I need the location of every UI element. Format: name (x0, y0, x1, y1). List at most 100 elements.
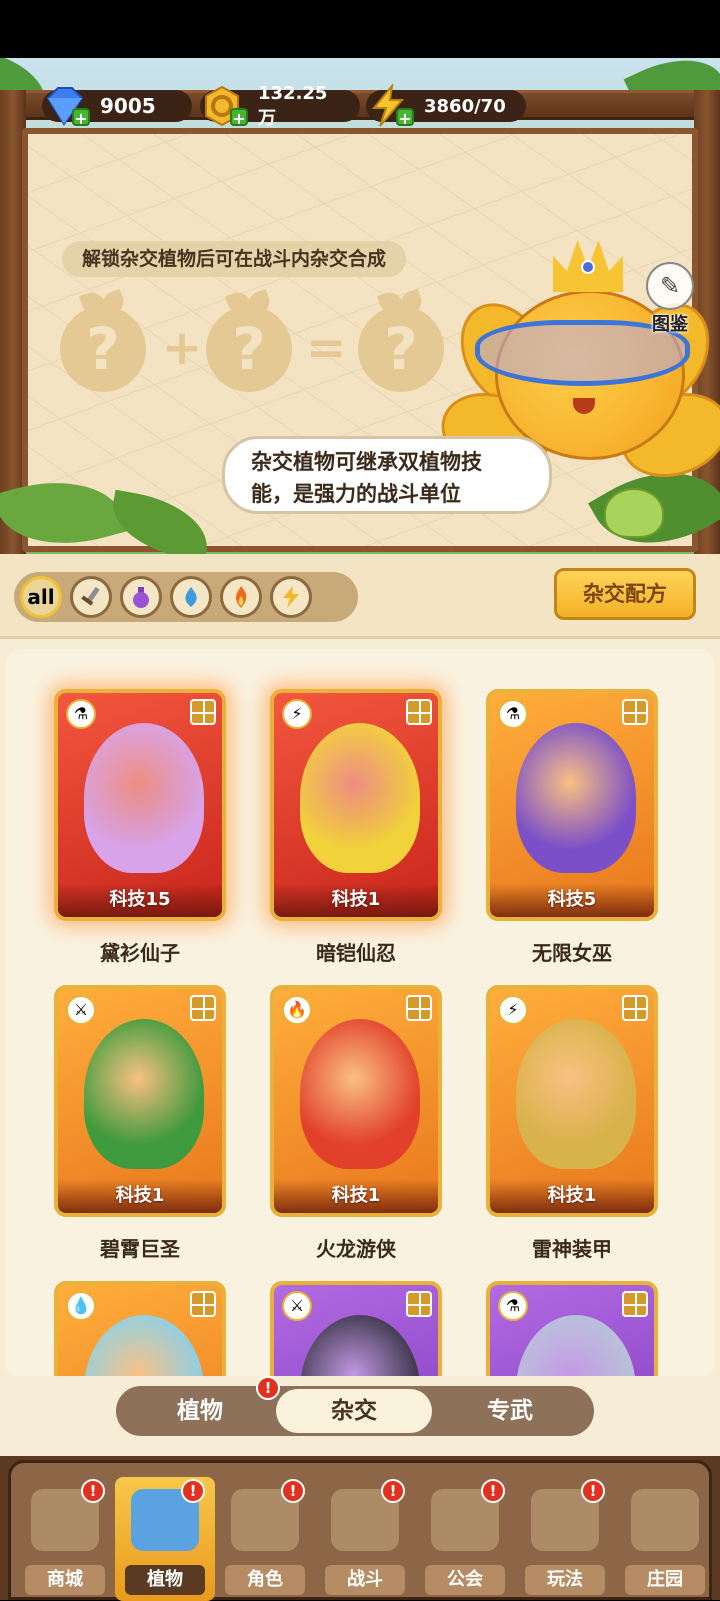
water-drop-icon: 💧 (66, 1291, 96, 1321)
sword-icon (81, 586, 100, 606)
tech-level: 科技1 (490, 1179, 654, 1213)
potion-icon: ⚗ (498, 699, 528, 729)
hybrid-plant-card[interactable]: ⚗ 科技15 (54, 689, 226, 921)
grid-slots-icon (622, 1291, 648, 1317)
nav-item-plants[interactable]: 植物! (115, 1477, 215, 1601)
filter-water-button[interactable] (170, 576, 212, 618)
grid-slots-icon (190, 1291, 216, 1317)
plant-name: 无限女巫 (532, 941, 612, 965)
nav-item-character[interactable]: 角色! (215, 1477, 315, 1601)
hybrid-plant-card[interactable]: ⚗ 科技5 (486, 689, 658, 921)
encyclopedia-icon: ✎ (646, 262, 694, 310)
nav-label: 战斗 (325, 1565, 405, 1595)
hybrid-formula: ? + ? = ? (60, 298, 460, 398)
tab-exclusive-weapon[interactable]: 专武 (432, 1389, 588, 1433)
sword-icon: ⚔ (282, 1291, 312, 1321)
notification-badge: ! (581, 1479, 605, 1503)
hybrid-plant-card[interactable]: ⚡ 科技1 (270, 689, 442, 921)
nav-label: 角色 (225, 1565, 305, 1595)
notification-badge: ! (181, 1479, 205, 1503)
hybrid-card-grid: ⚗ 科技15 黛衫仙子 ⚡ 科技1 暗铠仙忍 ⚗ 科技5 无限女巫 ⚔ 科技1 碧霄巨圣 🔥 科技1 火龙游… (0, 636, 720, 1379)
filter-fire-button[interactable] (220, 576, 262, 618)
unknown-seed-icon: ? (206, 306, 292, 392)
tab-hybrid[interactable]: 杂交 (276, 1389, 432, 1433)
lightning-icon: ⚡ (282, 699, 312, 729)
notification-badge: ! (81, 1479, 105, 1503)
lightning-icon: ⚡ (498, 995, 528, 1025)
speech-line-1: 杂交植物可继承双植物技 (251, 450, 482, 474)
plant-name: 雷神装甲 (532, 1237, 612, 1261)
potion-icon: ⚗ (498, 1291, 528, 1321)
grid-slots-icon (190, 699, 216, 725)
tech-level: 科技5 (490, 883, 654, 917)
nav-label: 玩法 (525, 1565, 605, 1595)
nav-item-gameplay[interactable]: 玩法! (515, 1477, 615, 1601)
hybrid-plant-card[interactable]: ⚔ (270, 1281, 442, 1379)
plant-portrait (84, 1019, 204, 1169)
filter-bar: all 杂交配方 (0, 554, 720, 638)
bottom-nav: 商城! 植物! 角色! 战斗! 公会! 玩法! 庄园 (0, 1456, 720, 1601)
notification-badge: ! (256, 1376, 280, 1400)
add-gems-icon[interactable]: + (72, 108, 90, 128)
filter-sword-button[interactable] (70, 576, 112, 618)
plus-sign: + (162, 320, 203, 376)
nav-item-battle[interactable]: 战斗! (315, 1477, 415, 1601)
tab-plants[interactable]: 植物 (122, 1389, 278, 1433)
crown-gem (581, 260, 595, 274)
gem-value: 9005 (100, 94, 156, 118)
nav-label: 商城 (25, 1565, 105, 1595)
sword-icon: ⚔ (66, 995, 96, 1025)
nav-label: 植物 (125, 1565, 205, 1595)
filter-lightning-button[interactable] (270, 576, 312, 618)
plant-portrait (516, 1315, 636, 1379)
add-energy-icon[interactable]: + (396, 108, 414, 128)
plant-name: 火龙游侠 (316, 1237, 396, 1261)
plant-portrait (516, 723, 636, 873)
nav-item-shop[interactable]: 商城! (15, 1477, 115, 1601)
notification-badge: ! (481, 1479, 505, 1503)
lightning-icon (283, 586, 299, 608)
coin-value: 132.25万 (258, 82, 328, 129)
filter-all-label: all (27, 585, 55, 609)
encyclopedia-label: 图鉴 (652, 314, 688, 335)
hybrid-plant-card[interactable]: 🔥 科技1 (270, 985, 442, 1217)
filter-all-button[interactable]: all (20, 576, 62, 618)
tech-level: 科技15 (58, 883, 222, 917)
plant-name: 碧霄巨圣 (100, 1237, 180, 1261)
frog-decoration (604, 488, 664, 538)
nav-label: 庄园 (625, 1565, 705, 1595)
water-drop-icon (185, 587, 197, 607)
nav-item-guild[interactable]: 公会! (415, 1477, 515, 1601)
tech-level: 科技1 (58, 1179, 222, 1213)
hybrid-plant-card[interactable]: ⚔ 科技1 (54, 985, 226, 1217)
add-coins-icon[interactable]: + (230, 108, 248, 128)
hybrid-recipe-button[interactable]: 杂交配方 (554, 568, 696, 620)
speech-bubble: 杂交植物可继承双植物技 能，是强力的战斗单位 (222, 436, 552, 514)
plant-portrait (516, 1019, 636, 1169)
gem-counter[interactable]: + 9005 (42, 87, 192, 128)
coin-counter[interactable]: + 132.25万 (200, 83, 360, 129)
notification-badge: ! (281, 1479, 305, 1503)
grid-slots-icon (622, 995, 648, 1021)
tech-level: 科技1 (274, 883, 438, 917)
grid-slots-icon (406, 1291, 432, 1317)
unlock-hint: 解锁杂交植物后可在战斗内杂交合成 (62, 241, 407, 277)
tech-level: 科技1 (274, 1179, 438, 1213)
speech-line-2: 能，是强力的战斗单位 (251, 482, 461, 506)
plant-portrait (300, 723, 420, 873)
equals-sign: = (306, 320, 347, 376)
unknown-seed-icon: ? (358, 306, 444, 392)
hybrid-plant-card[interactable]: ⚗ (486, 1281, 658, 1379)
nav-item-manor[interactable]: 庄园 (615, 1477, 715, 1601)
encyclopedia-button[interactable]: ✎ 图鉴 (640, 262, 700, 335)
hybrid-plant-card[interactable]: ⚡ 科技1 (486, 985, 658, 1217)
nav-label: 公会 (425, 1565, 505, 1595)
plant-name: 暗铠仙忍 (316, 941, 396, 965)
fire-icon: 🔥 (282, 995, 312, 1025)
filter-potion-button[interactable] (120, 576, 162, 618)
fire-icon (235, 586, 247, 608)
hybrid-plant-card[interactable]: 💧 (54, 1281, 226, 1379)
energy-counter[interactable]: + 3860/70 (366, 84, 526, 128)
grid-slots-icon (406, 699, 432, 725)
energy-value: 3860/70 (424, 95, 506, 117)
